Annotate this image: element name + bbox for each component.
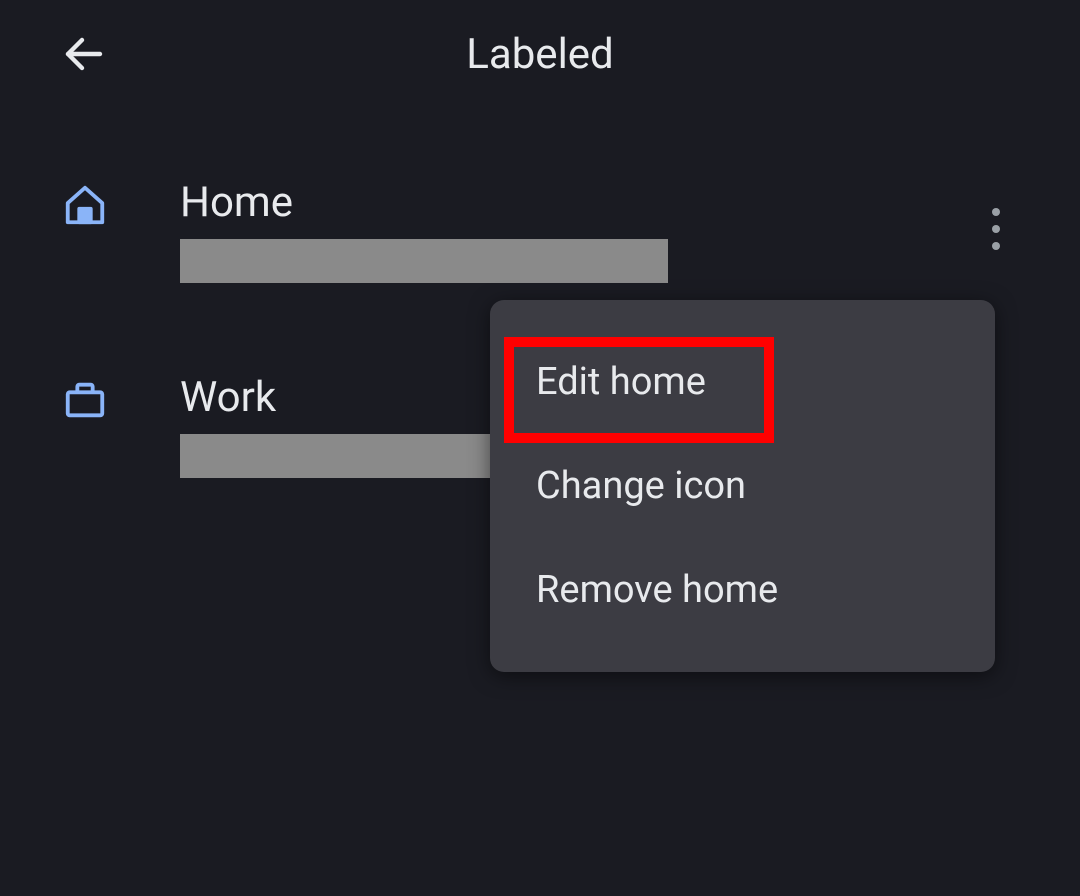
work-address-redacted <box>180 434 506 478</box>
home-icon <box>60 178 110 228</box>
back-button[interactable] <box>60 30 108 78</box>
briefcase-icon <box>60 373 110 423</box>
home-address-redacted <box>180 239 668 283</box>
home-label: Home <box>180 178 668 227</box>
labeled-item-home[interactable]: Home <box>0 158 1080 303</box>
more-options-button[interactable] <box>982 198 1010 260</box>
menu-edit-home[interactable]: Edit home <box>490 330 995 434</box>
back-arrow-icon <box>60 30 108 78</box>
page-title: Labeled <box>466 30 614 79</box>
more-vertical-icon <box>992 208 1000 216</box>
context-menu: Edit home Change icon Remove home <box>490 300 995 672</box>
work-label: Work <box>180 373 506 422</box>
menu-change-icon[interactable]: Change icon <box>490 434 995 538</box>
menu-remove-home[interactable]: Remove home <box>490 538 995 642</box>
